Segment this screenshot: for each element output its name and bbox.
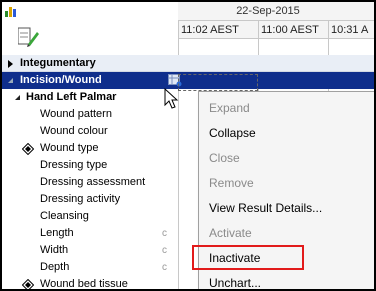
item-length[interactable]: Length c [2, 225, 178, 242]
required-diamond-icon [22, 279, 34, 289]
chart-pencil-icon[interactable] [18, 24, 40, 50]
bar-chart-icon[interactable] [4, 4, 18, 18]
app-window: 22-Sep-2015 11:02 AEST 11:00 AEST 10:31 … [0, 0, 376, 291]
inactivate-highlight-box [192, 245, 304, 270]
time-column-2[interactable]: 11:00 AEST [258, 21, 328, 39]
item-wound-bed-tissue[interactable]: Wound bed tissue [2, 276, 178, 289]
menu-item-close[interactable]: Close [209, 147, 240, 169]
item-width[interactable]: Width c [2, 242, 178, 259]
menu-item-unchart[interactable]: Unchart... [209, 272, 261, 289]
date-label: 22-Sep-2015 [236, 5, 300, 17]
header-corner [2, 2, 178, 57]
menu-item-collapse[interactable]: Collapse [209, 122, 256, 144]
mouse-cursor-icon [164, 88, 179, 109]
item-depth[interactable]: Depth c [2, 259, 178, 276]
menu-item-view-result-details[interactable]: View Result Details... [209, 197, 322, 219]
calc-flag: c [162, 262, 167, 273]
calc-flag: c [162, 245, 167, 256]
required-diamond-icon [22, 143, 34, 155]
menu-item-remove[interactable]: Remove [209, 172, 254, 194]
calc-flag: c [162, 228, 167, 239]
menu-item-expand[interactable]: Expand [209, 97, 250, 119]
time-column-3[interactable]: 10:31 A [328, 21, 374, 39]
collapse-arrow-icon[interactable] [14, 94, 21, 101]
time-column-1[interactable]: 11:02 AEST [178, 21, 258, 39]
item-dressing-assessment[interactable]: Dressing assessment [2, 174, 178, 191]
section-integumentary[interactable]: Integumentary [2, 55, 374, 72]
date-header: 22-Sep-2015 [178, 2, 374, 21]
item-wound-type[interactable]: Wound type [2, 140, 178, 157]
item-dressing-activity[interactable]: Dressing activity [2, 191, 178, 208]
item-wound-colour[interactable]: Wound colour [2, 123, 178, 140]
item-dressing-type[interactable]: Dressing type [2, 157, 178, 174]
time-header: 11:02 AEST 11:00 AEST 10:31 A [178, 21, 374, 39]
collapse-arrow-icon[interactable] [7, 77, 14, 84]
menu-item-activate[interactable]: Activate [209, 222, 252, 244]
item-wound-pattern[interactable]: Wound pattern [2, 106, 178, 123]
item-cleansing[interactable]: Cleansing [2, 208, 178, 225]
expand-arrow-icon[interactable] [8, 60, 13, 68]
